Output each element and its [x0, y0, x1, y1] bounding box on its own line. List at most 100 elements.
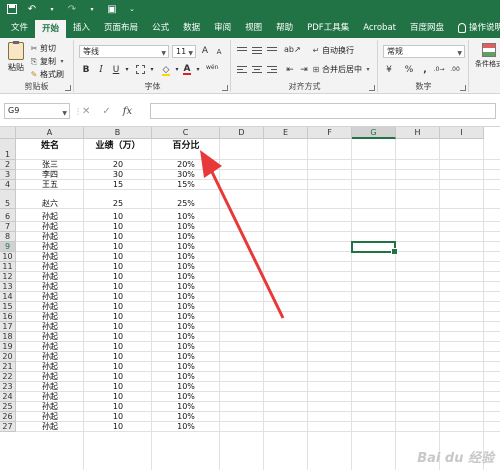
align-right-icon[interactable]: [266, 64, 278, 74]
formula-input[interactable]: [150, 103, 496, 119]
chevron-down-icon[interactable]: ▾: [58, 58, 66, 66]
table-cell[interactable]: 孙起: [16, 362, 84, 371]
increase-decimal-icon[interactable]: .0→: [433, 64, 445, 76]
row-header-23[interactable]: 23: [0, 382, 16, 392]
table-cell[interactable]: 王五: [16, 180, 84, 189]
row-header-20[interactable]: 20: [0, 352, 16, 362]
tab-9[interactable]: PDF工具集: [300, 18, 356, 38]
table-cell[interactable]: 10: [84, 262, 152, 271]
table-cell[interactable]: 10: [84, 292, 152, 301]
table-header-cell[interactable]: 姓名: [16, 142, 84, 151]
column-header-f[interactable]: F: [308, 127, 352, 139]
select-all-corner[interactable]: [0, 127, 16, 139]
table-cell[interactable]: 孙起: [16, 272, 84, 281]
cancel-icon[interactable]: ✕: [82, 106, 90, 117]
row-header-24[interactable]: 24: [0, 392, 16, 402]
table-cell[interactable]: 10%: [152, 412, 220, 421]
table-cell[interactable]: 10: [84, 332, 152, 341]
tab-4[interactable]: 公式: [145, 18, 176, 38]
customize-quick-access-icon[interactable]: ⌄: [126, 3, 138, 15]
table-cell[interactable]: 孙起: [16, 232, 84, 241]
table-cell[interactable]: 15: [84, 180, 152, 189]
merge-center-button[interactable]: ⊞ 合并后居中 ▾: [312, 64, 372, 75]
tab-1[interactable]: 开始: [35, 20, 67, 38]
row-header-13[interactable]: 13: [0, 282, 16, 292]
table-cell[interactable]: 10%: [152, 422, 220, 431]
row-header-9[interactable]: 9: [0, 242, 16, 252]
dropdown-icon[interactable]: ▾: [46, 3, 58, 15]
table-cell[interactable]: 10%: [152, 372, 220, 381]
row-header-17[interactable]: 17: [0, 322, 16, 332]
table-cell[interactable]: 10: [84, 312, 152, 321]
column-header-h[interactable]: H: [396, 127, 440, 139]
decrease-indent-icon[interactable]: ⇤: [284, 64, 296, 76]
align-top-icon[interactable]: [236, 45, 248, 55]
table-cell[interactable]: 孙起: [16, 222, 84, 231]
table-cell[interactable]: 15%: [152, 180, 220, 189]
table-cell[interactable]: 孙起: [16, 292, 84, 301]
tab-11[interactable]: 百度网盘: [403, 18, 451, 38]
table-cell[interactable]: 10: [84, 242, 152, 251]
comma-icon[interactable]: ,: [419, 64, 431, 76]
table-cell[interactable]: 孙起: [16, 382, 84, 391]
dropdown-icon[interactable]: ▾: [86, 3, 98, 15]
table-cell[interactable]: 孙起: [16, 412, 84, 421]
active-cell[interactable]: [351, 241, 398, 255]
row-header-4[interactable]: 4: [0, 180, 16, 190]
table-cell[interactable]: 10%: [152, 232, 220, 241]
wrap-text-button[interactable]: ↵ 自动换行: [312, 45, 354, 56]
table-cell[interactable]: 20: [84, 160, 152, 169]
row-header-6[interactable]: 6: [0, 209, 16, 222]
row-header-16[interactable]: 16: [0, 312, 16, 322]
row-header-22[interactable]: 22: [0, 372, 16, 382]
currency-icon[interactable]: ¥: [383, 64, 395, 76]
table-header-cell[interactable]: 业绩（万）: [84, 142, 152, 151]
cut-button[interactable]: ✂ 剪切: [30, 43, 56, 54]
table-cell[interactable]: 10%: [152, 362, 220, 371]
row-header-1[interactable]: 1: [0, 139, 16, 160]
row-header-14[interactable]: 14: [0, 292, 16, 302]
tab-2[interactable]: 插入: [66, 18, 97, 38]
table-cell[interactable]: 20%: [152, 160, 220, 169]
table-cell[interactable]: 10: [84, 352, 152, 361]
table-cell[interactable]: 10: [84, 302, 152, 311]
dialog-launcher-icon[interactable]: [65, 85, 71, 91]
table-cell[interactable]: 10%: [152, 272, 220, 281]
column-header-e[interactable]: E: [264, 127, 308, 139]
table-cell[interactable]: 张三: [16, 160, 84, 169]
table-cell[interactable]: 30%: [152, 170, 220, 179]
dialog-launcher-icon[interactable]: [369, 85, 375, 91]
align-bottom-icon[interactable]: [266, 45, 278, 55]
table-cell[interactable]: 10%: [152, 322, 220, 331]
table-cell[interactable]: 10%: [152, 252, 220, 261]
enter-icon[interactable]: ✓: [102, 106, 110, 117]
column-header-g[interactable]: G: [352, 127, 396, 139]
table-cell[interactable]: 10: [84, 232, 152, 241]
splitter-icon[interactable]: ⋮: [74, 107, 82, 116]
row-header-18[interactable]: 18: [0, 332, 16, 342]
table-cell[interactable]: 10: [84, 272, 152, 281]
tab-8[interactable]: 帮助: [269, 18, 300, 38]
underline-options-icon[interactable]: ▾: [121, 64, 133, 76]
table-cell[interactable]: 10%: [152, 312, 220, 321]
insert-function-icon[interactable]: fx: [123, 106, 132, 117]
tab-12[interactable]: 操作说明搜: [451, 18, 500, 38]
increase-indent-icon[interactable]: ⇥: [298, 64, 310, 76]
table-cell[interactable]: 孙起: [16, 342, 84, 351]
tab-6[interactable]: 审阅: [207, 18, 238, 38]
table-cell[interactable]: 孙起: [16, 422, 84, 431]
table-cell[interactable]: 10%: [152, 282, 220, 291]
column-header-b[interactable]: B: [84, 127, 152, 139]
row-header-25[interactable]: 25: [0, 402, 16, 412]
table-cell[interactable]: 10: [84, 342, 152, 351]
table-cell[interactable]: 10%: [152, 402, 220, 411]
table-cell[interactable]: 李四: [16, 170, 84, 179]
camera-icon[interactable]: ▣: [106, 3, 118, 15]
table-cell[interactable]: 10%: [152, 262, 220, 271]
table-cell[interactable]: 孙起: [16, 352, 84, 361]
table-cell[interactable]: 10: [84, 392, 152, 401]
table-cell[interactable]: 10: [84, 402, 152, 411]
table-cell[interactable]: 10%: [152, 302, 220, 311]
table-cell[interactable]: 孙起: [16, 372, 84, 381]
bold-button[interactable]: B: [80, 64, 92, 76]
